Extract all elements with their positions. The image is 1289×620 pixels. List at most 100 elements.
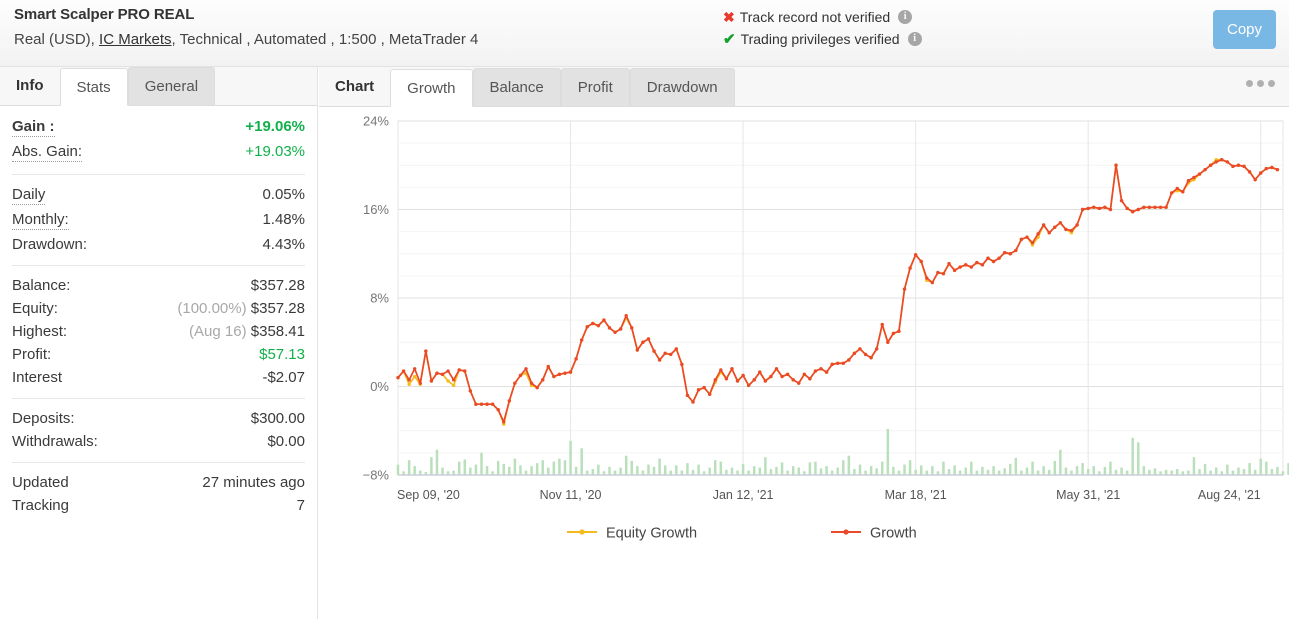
stat-row-interest: Interest -$2.07 xyxy=(12,366,305,389)
stat-value-equity: $357.28 xyxy=(251,300,305,317)
stat-row-abs-gain: Abs. Gain: +19.03% xyxy=(12,140,305,165)
data-point xyxy=(1125,207,1128,210)
volume-bar xyxy=(798,468,800,475)
volume-bar xyxy=(875,468,877,475)
data-point xyxy=(1226,160,1229,163)
volume-bar xyxy=(970,462,972,475)
divider-3 xyxy=(12,398,305,399)
data-point xyxy=(825,370,828,373)
volume-bar xyxy=(475,465,477,475)
data-point xyxy=(758,370,761,373)
data-point xyxy=(647,337,650,340)
volume-bar xyxy=(809,462,811,475)
copy-button[interactable]: Copy xyxy=(1213,10,1276,49)
data-point xyxy=(558,373,561,376)
stat-value-tracking: 7 xyxy=(297,497,305,514)
x-axis-tick-label: Aug 24, '21 xyxy=(1198,488,1261,502)
stat-label-withdrawals: Withdrawals: xyxy=(12,433,98,450)
data-point xyxy=(970,265,973,268)
data-point xyxy=(791,378,794,381)
stat-row-updated: Updated 27 minutes ago xyxy=(12,471,305,494)
divider-2 xyxy=(12,265,305,266)
data-point xyxy=(953,269,956,272)
data-point xyxy=(413,367,416,370)
volume-bar xyxy=(764,457,766,475)
data-point xyxy=(920,260,923,263)
data-point xyxy=(1131,210,1134,213)
stat-label-daily[interactable]: Daily xyxy=(12,186,45,205)
volume-bar xyxy=(903,465,905,475)
volume-bar xyxy=(397,465,399,475)
data-point xyxy=(797,381,800,384)
volume-bar xyxy=(1204,464,1206,475)
data-point xyxy=(1198,172,1201,175)
stat-label-gain[interactable]: Gain : xyxy=(12,118,55,137)
volume-bar xyxy=(759,468,761,475)
volume-bar xyxy=(436,450,438,475)
info-icon-privileges[interactable]: i xyxy=(908,32,922,46)
sidebar-tab-general[interactable]: General xyxy=(128,67,215,105)
volume-bar xyxy=(1015,458,1017,475)
volume-bar xyxy=(1104,467,1106,475)
volume-bar xyxy=(1048,470,1050,475)
data-point xyxy=(636,348,639,351)
data-point xyxy=(658,358,661,361)
tab-profit[interactable]: Profit xyxy=(561,68,630,106)
stat-label-balance: Balance: xyxy=(12,277,70,294)
data-point xyxy=(1181,190,1184,193)
data-point xyxy=(491,403,494,406)
volume-bar xyxy=(631,461,633,475)
sidebar-tabs: Info Stats General xyxy=(0,67,317,106)
ellipsis-icon[interactable] xyxy=(1246,80,1275,87)
volume-bar xyxy=(1154,468,1156,475)
y-axis-tick-label: 16% xyxy=(363,202,389,217)
divider-4 xyxy=(12,462,305,463)
data-point xyxy=(519,374,522,377)
data-point xyxy=(697,388,700,391)
stat-value-updated: 27 minutes ago xyxy=(202,474,305,491)
volume-bar xyxy=(708,468,710,475)
data-point xyxy=(480,403,483,406)
data-point xyxy=(602,318,605,321)
data-point xyxy=(897,329,900,332)
data-point xyxy=(1164,206,1167,209)
data-point xyxy=(1014,249,1017,252)
volume-bar xyxy=(1248,463,1250,475)
y-axis-tick-label: 24% xyxy=(363,114,389,129)
data-point xyxy=(1075,223,1078,226)
data-point xyxy=(803,373,806,376)
data-point xyxy=(708,393,711,396)
volume-bar xyxy=(881,462,883,475)
stats-group-performance: Daily 0.05% Monthly: 1.48% Drawdown: 4.4… xyxy=(12,183,305,256)
volume-bar xyxy=(1215,468,1217,475)
data-point xyxy=(613,331,616,334)
data-point xyxy=(1209,164,1212,167)
data-point xyxy=(702,386,705,389)
stat-value-highest-wrap: (Aug 16) $358.41 xyxy=(189,323,305,340)
volume-bar xyxy=(636,466,638,475)
data-point xyxy=(1103,206,1106,209)
sidebar-tab-stats[interactable]: Stats xyxy=(60,68,128,106)
stats-sidebar: Info Stats General Gain : +19.06% Abs. G… xyxy=(0,67,318,619)
volume-bar xyxy=(848,456,850,475)
data-point xyxy=(936,271,939,274)
data-point xyxy=(407,378,410,381)
tab-growth[interactable]: Growth xyxy=(390,69,472,107)
volume-bar xyxy=(503,464,505,475)
tab-drawdown[interactable]: Drawdown xyxy=(630,68,735,106)
broker-link[interactable]: IC Markets xyxy=(99,31,172,48)
tab-balance[interactable]: Balance xyxy=(473,68,561,106)
stat-label-updated: Updated xyxy=(12,474,69,491)
volume-bar xyxy=(720,462,722,475)
stat-value-highest: $358.41 xyxy=(251,323,305,340)
stat-label-monthly[interactable]: Monthly: xyxy=(12,211,69,230)
volume-bar xyxy=(1259,459,1261,475)
x-axis-tick-label: Nov 11, '20 xyxy=(540,488,602,502)
info-icon-track-record[interactable]: i xyxy=(898,10,912,24)
data-point xyxy=(535,386,538,389)
stats-group-account: Balance: $357.28 Equity: (100.00%) $357.… xyxy=(12,274,305,389)
stat-label-abs-gain[interactable]: Abs. Gain: xyxy=(12,143,82,162)
volume-bar xyxy=(575,467,577,475)
data-point xyxy=(1025,235,1028,238)
volume-bar xyxy=(514,459,516,475)
